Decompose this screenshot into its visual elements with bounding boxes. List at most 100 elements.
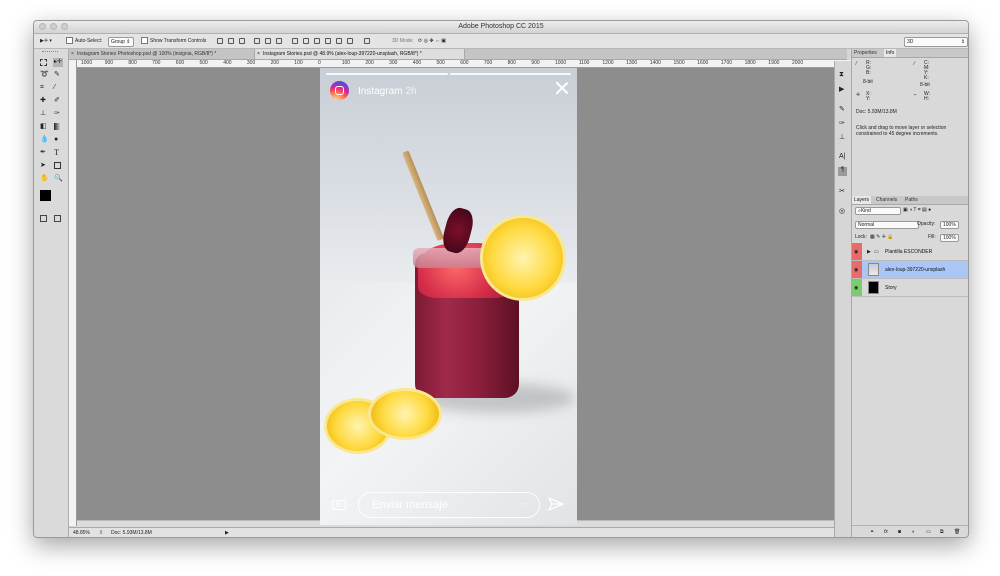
layer-row-alex-loup[interactable]: ◉ alex-loup-397220-unsplash (852, 261, 968, 279)
distribute-top-icon[interactable] (292, 38, 298, 44)
auto-select-dropdown[interactable]: Group ⇕ (108, 37, 134, 47)
pen-tool-icon[interactable]: ✒ (40, 149, 47, 156)
mask-icon[interactable]: ◙ (898, 529, 901, 535)
workspace-dropdown[interactable]: 3D ⇕ (904, 37, 968, 47)
story-account-name[interactable]: Instagram (358, 86, 402, 97)
align-top-icon[interactable] (217, 38, 223, 44)
camera-icon[interactable] (332, 500, 346, 510)
foreground-color-swatch[interactable] (40, 190, 51, 201)
visibility-toggle[interactable]: ◉ (852, 279, 862, 296)
type-tool-icon[interactable]: T (54, 149, 61, 157)
distribute-left-icon[interactable] (325, 38, 331, 44)
auto-align-icon[interactable] (364, 38, 370, 44)
move-tool-icon[interactable]: ▸✛ (53, 58, 63, 67)
tab-instagram-stories[interactable]: × Instagram Stories.psd @ 48.9% (alex-lo… (255, 49, 465, 59)
export-icon[interactable]: ⇪ (99, 528, 103, 537)
distribute-vcenter-icon[interactable] (303, 38, 309, 44)
move-tool-preset-icon[interactable]: ▶✛ ▾ (40, 37, 52, 45)
actions-icon[interactable]: ▶ (839, 85, 844, 93)
layer-filter-icons[interactable]: ▣ ◑ T ⌗ ▤ ● (903, 207, 931, 213)
quick-mask-icon[interactable] (40, 215, 47, 222)
visibility-toggle[interactable]: ◉ (852, 261, 862, 278)
instagram-story-artboard[interactable]: Instagram 2h Enviar mensaje ··· (320, 68, 577, 525)
quick-select-tool-icon[interactable]: ✎ (54, 71, 61, 78)
close-icon[interactable] (555, 81, 569, 95)
send-icon[interactable] (548, 496, 564, 512)
folder-icon[interactable]: ▭ (926, 529, 931, 535)
tab-paths[interactable]: Paths (903, 196, 920, 204)
message-input[interactable]: Enviar mensaje ··· (358, 492, 540, 518)
close-tab-icon[interactable]: × (71, 49, 74, 59)
history-brush-tool-icon[interactable]: ✑ (54, 110, 61, 117)
eyedropper-tool-icon[interactable]: ⁄ (54, 84, 61, 91)
layer-row-story[interactable]: ◉ Story (852, 279, 968, 297)
story-progress-2 (450, 73, 571, 75)
close-tab-icon[interactable]: × (257, 49, 260, 59)
ruler-label: 700 (152, 60, 161, 66)
screen-mode-icon[interactable] (54, 215, 61, 222)
link-icon[interactable]: ⚭ (870, 529, 874, 535)
paragraph-icon[interactable]: ¶ (838, 167, 847, 176)
story-reply-bar: Enviar mensaje ··· (320, 486, 577, 525)
fx-icon[interactable]: fx (884, 529, 888, 535)
auto-select-checkbox[interactable]: Auto-Select: (66, 37, 102, 45)
opacity-input[interactable]: 100% (940, 221, 959, 229)
character-icon[interactable]: A| (839, 153, 846, 160)
3d-icon[interactable]: ◎ (839, 207, 845, 215)
tab-layers[interactable]: Layers (852, 196, 872, 204)
history-icon[interactable]: ⧗ (839, 71, 844, 79)
status-menu-arrow-icon[interactable]: ▶ (225, 528, 229, 537)
brush-settings-icon[interactable]: ✎ (839, 105, 845, 113)
zoom-level[interactable]: 48.85% (73, 528, 90, 537)
distribute-right-icon[interactable] (347, 38, 353, 44)
tab-properties[interactable]: Properties (852, 49, 879, 57)
brushes-icon[interactable]: ✑ (839, 119, 845, 127)
layer-name: alex-loup-397220-unsplash (885, 267, 946, 273)
minimize-window-button[interactable] (50, 23, 57, 30)
hand-tool-icon[interactable]: ✋ (40, 175, 49, 182)
lock-icons[interactable]: ▦ ✎ ✛ 🔒 (870, 234, 894, 240)
distribute-hcenter-icon[interactable] (336, 38, 342, 44)
trash-icon[interactable]: 🗑 (954, 529, 960, 535)
tab-instagram-stories-photoshop[interactable]: × Instagram Stories Photoshop.psd @ 100%… (69, 49, 255, 59)
fill-input[interactable]: 100% (940, 234, 959, 242)
tab-info[interactable]: Info (884, 49, 897, 57)
rectangle-tool-icon[interactable] (54, 162, 61, 169)
healing-brush-tool-icon[interactable]: ✚ (40, 97, 47, 104)
align-right-icon[interactable] (276, 38, 282, 44)
zoom-tool-icon[interactable]: 🔍 (54, 175, 63, 182)
doc-size: Doc: 5.93M/13.8M (111, 530, 152, 536)
dodge-tool-icon[interactable]: ● (54, 136, 61, 143)
tab-channels[interactable]: Channels (874, 196, 899, 204)
layer-filter-dropdown[interactable]: ⌕Kind (855, 207, 901, 215)
brush-tool-icon[interactable]: ✐ (54, 97, 61, 104)
lasso-tool-icon[interactable]: ➰ (40, 71, 49, 78)
align-hcenter-icon[interactable] (265, 38, 271, 44)
ruler-label: 1900 (768, 60, 780, 66)
distribute-bottom-icon[interactable] (314, 38, 320, 44)
align-vcenter-icon[interactable] (228, 38, 234, 44)
marquee-tool-icon[interactable] (40, 59, 47, 66)
eraser-tool-icon[interactable]: ◧ (40, 123, 47, 130)
blend-mode-dropdown[interactable]: Normal (855, 221, 919, 229)
path-selection-tool-icon[interactable]: ➤ (40, 162, 47, 169)
instagram-logo-icon[interactable] (330, 81, 349, 100)
close-window-button[interactable] (39, 23, 46, 30)
align-left-icon[interactable] (254, 38, 260, 44)
expand-arrow-icon[interactable]: ▶ (867, 249, 871, 255)
crop-tool-icon[interactable]: ⌗ (40, 84, 47, 91)
tool-presets-icon[interactable]: ✂ (839, 187, 845, 195)
3d-mode-icons[interactable]: ⟳ ◎ ✥ ⇔ ▣ (418, 37, 446, 45)
adjustment-icon[interactable]: ◐ (912, 529, 915, 535)
blur-tool-icon[interactable]: 💧 (40, 136, 49, 143)
show-transform-checkbox[interactable]: Show Transform Controls (141, 37, 206, 45)
visibility-toggle[interactable]: ◉ (852, 243, 862, 260)
zoom-window-button[interactable] (61, 23, 68, 30)
more-options-icon[interactable]: ··· (516, 498, 527, 510)
clone-source-icon[interactable]: ⊥ (839, 133, 845, 141)
new-layer-icon[interactable]: ⧉ (940, 529, 944, 535)
gradient-tool-icon[interactable] (54, 123, 61, 130)
align-bottom-icon[interactable] (239, 38, 245, 44)
clone-stamp-tool-icon[interactable]: ⊥ (40, 110, 47, 117)
layer-row-plantilla[interactable]: ◉ ▶ ▭ Plantilla ESCONDER (852, 243, 968, 261)
